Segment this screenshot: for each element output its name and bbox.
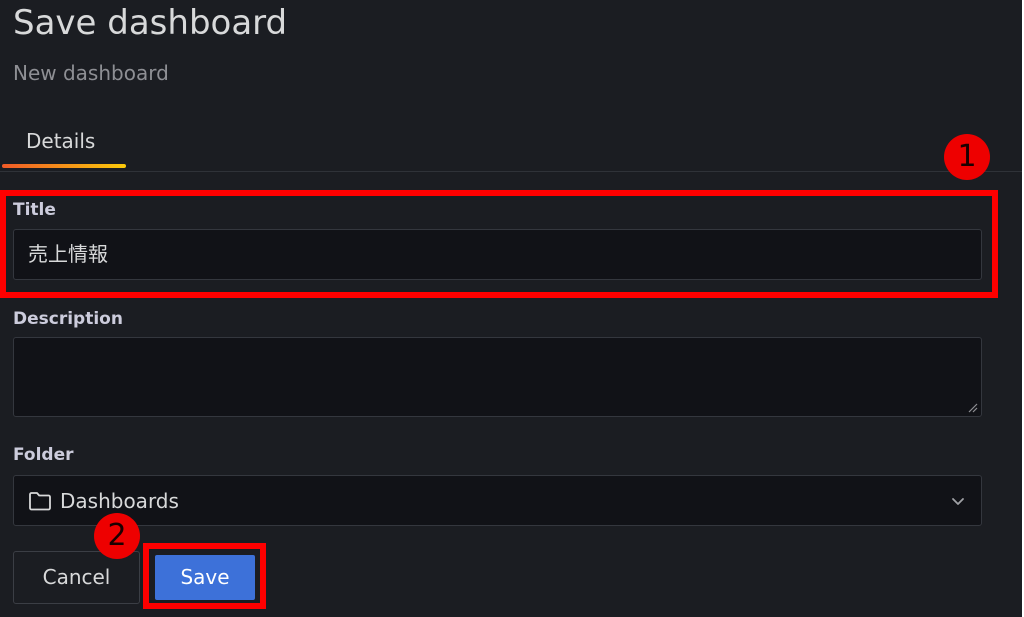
- title-field-highlight: [0, 190, 998, 298]
- folder-select[interactable]: Dashboards: [13, 475, 982, 526]
- step-marker-2: 2: [94, 513, 140, 559]
- step-marker-1: 1: [944, 134, 990, 180]
- description-label: Description: [13, 309, 123, 329]
- folder-icon: [29, 492, 51, 511]
- save-dashboard-dialog: Save dashboard New dashboard Details Tit…: [0, 0, 1022, 617]
- resize-grip-icon[interactable]: [968, 403, 978, 413]
- active-tab-indicator: [2, 164, 126, 168]
- page-title: Save dashboard: [13, 3, 288, 43]
- folder-value: Dashboards: [60, 489, 179, 513]
- cancel-button[interactable]: Cancel: [13, 551, 140, 604]
- save-button-highlight: [143, 543, 266, 609]
- chevron-down-icon: [952, 498, 964, 505]
- description-textarea[interactable]: [13, 337, 982, 417]
- tab-details[interactable]: Details: [26, 128, 95, 154]
- page-subtitle: New dashboard: [13, 61, 169, 85]
- folder-label: Folder: [13, 445, 74, 465]
- tab-divider: [0, 171, 1022, 172]
